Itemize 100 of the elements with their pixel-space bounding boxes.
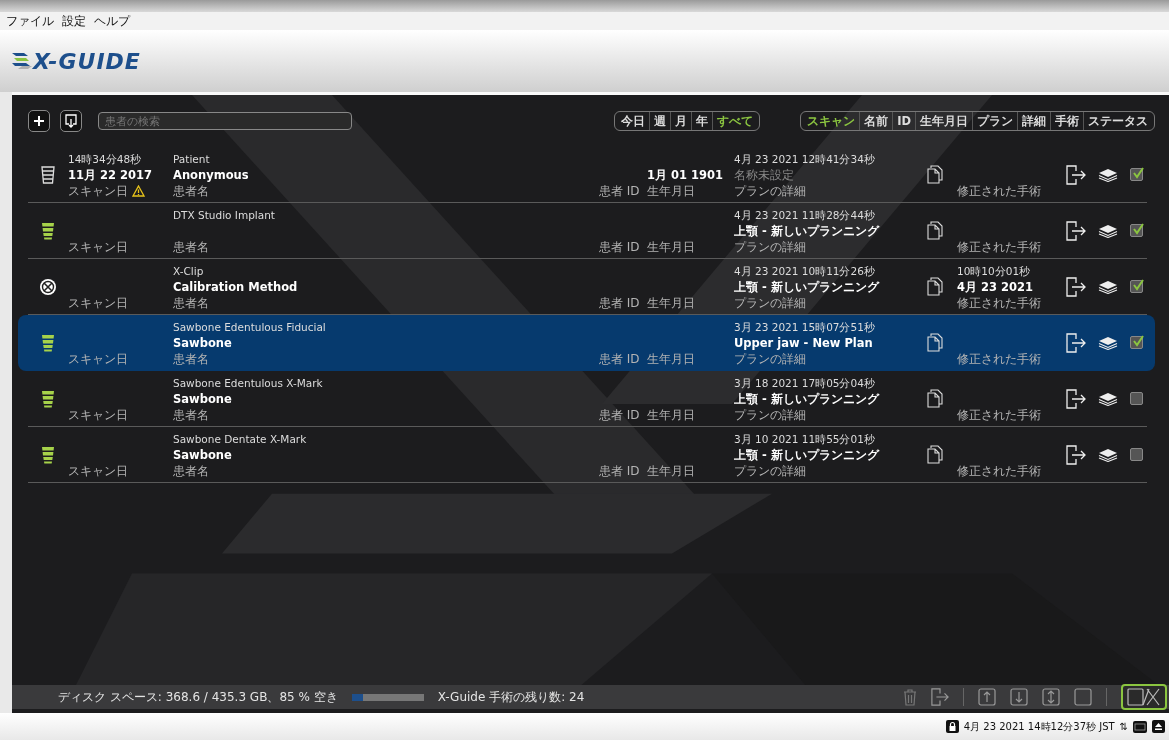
- patient-name-label: 患者名: [173, 239, 210, 255]
- plan-details-label: プランの詳細: [734, 295, 807, 311]
- expand-vertical-icon[interactable]: [1042, 688, 1060, 706]
- clock-text: 4月 23 2021 14時12分37秒 JST: [963, 719, 1115, 734]
- date-filter-tab[interactable]: 週: [650, 112, 672, 130]
- status-checkbox[interactable]: [1130, 392, 1143, 405]
- sort-column-tab[interactable]: 名前: [860, 112, 894, 130]
- plan-name: Upper jaw - New Plan: [734, 334, 874, 352]
- patient-id-label: 患者 ID: [599, 295, 641, 311]
- documents-icon[interactable]: [926, 389, 943, 408]
- patient-id-label: 患者 ID: [599, 407, 641, 423]
- patient-name: Sawbone: [173, 334, 233, 352]
- import-button[interactable]: [60, 110, 82, 132]
- modified-surgery-label: 修正された手術: [957, 407, 1042, 423]
- import-icon: [65, 114, 77, 128]
- sort-column-tab[interactable]: ID: [893, 112, 916, 130]
- patient-row[interactable]: スキャン日 Sawbone Edentulous X-Mark Sawbone 患者名 患者 ID 生年月日 3月 18 2021 17時05分04秒 上顎 - 新しいプランニング プランの詳細 修正された手術: [28, 371, 1147, 427]
- search-field[interactable]: 患者の検索: [98, 112, 352, 130]
- implant-outline-icon: [41, 165, 55, 184]
- patient-info: Patient: [173, 151, 211, 167]
- logo-x-icon: [12, 53, 32, 69]
- keyboard-icon: [1133, 720, 1147, 733]
- scan-date: 11月 22 2017: [68, 167, 154, 184]
- documents-icon[interactable]: [926, 277, 943, 296]
- eject-icon: [1152, 720, 1165, 733]
- patient-info: Sawbone Dentate X-Mark: [173, 431, 308, 447]
- status-checkbox[interactable]: [1130, 336, 1143, 349]
- documents-icon[interactable]: [926, 165, 943, 184]
- implant-icon: [41, 445, 55, 464]
- layers-icon[interactable]: [1098, 391, 1118, 406]
- implant-icon: [41, 221, 55, 240]
- patient-name-label: 患者名: [173, 295, 210, 311]
- plan-details-label: プランの詳細: [734, 183, 807, 199]
- status-checkbox[interactable]: [1130, 448, 1143, 461]
- scan-date-label: スキャン日: [68, 295, 128, 311]
- patient-name-label: 患者名: [173, 351, 210, 367]
- patient-id-label: 患者 ID: [599, 463, 641, 479]
- plan-name: 上顎 - 新しいプランニング: [734, 446, 881, 464]
- status-checkbox[interactable]: [1130, 224, 1143, 237]
- sort-column-tab[interactable]: ステータス: [1084, 112, 1152, 130]
- plan-details-label: プランの詳細: [734, 239, 807, 255]
- status-checkbox[interactable]: [1130, 280, 1143, 293]
- plan-date: 3月 23 2021 15時07分51秒: [734, 319, 876, 335]
- layers-icon[interactable]: [1098, 279, 1118, 294]
- birth-date-label: 生年月日: [647, 463, 696, 479]
- empty-square-icon[interactable]: [1074, 688, 1092, 706]
- layers-icon[interactable]: [1098, 167, 1118, 182]
- move-up-icon[interactable]: [978, 688, 996, 706]
- patient-name: Calibration Method: [173, 278, 299, 296]
- plan-name: 名称未設定: [734, 166, 795, 184]
- xclip-icon: [39, 277, 57, 296]
- sort-column-tab[interactable]: 手術: [1051, 112, 1084, 130]
- modified-surgery-label: 修正された手術: [957, 239, 1042, 255]
- patient-name: Anonymous: [173, 166, 250, 184]
- plan-date: 4月 23 2021 10時11分26秒: [734, 263, 876, 279]
- scan-date-label: スキャン日: [68, 463, 128, 479]
- date-filter-tab[interactable]: すべて: [713, 112, 758, 130]
- menu-item[interactable]: 設定: [62, 12, 86, 30]
- documents-icon[interactable]: [926, 445, 943, 464]
- birth-date-label: 生年月日: [647, 239, 696, 255]
- plan-name: 上顎 - 新しいプランニング: [734, 390, 881, 408]
- box-slash-x-icon: [1127, 688, 1161, 706]
- move-down-icon[interactable]: [1010, 688, 1028, 706]
- layers-icon[interactable]: [1098, 223, 1118, 238]
- trash-icon[interactable]: [903, 688, 917, 706]
- documents-icon[interactable]: [926, 333, 943, 352]
- plan-date: 3月 10 2021 11時55分01秒: [734, 431, 876, 447]
- modified-surgery-label: 修正された手術: [957, 351, 1042, 367]
- plan-date: 3月 18 2021 17時05分04秒: [734, 375, 876, 391]
- sort-column-tab[interactable]: スキャン: [803, 112, 861, 130]
- status-checkbox[interactable]: [1130, 168, 1143, 181]
- date-filter-tab[interactable]: 年: [692, 112, 714, 130]
- disk-space-text: ディスク スペース: 368.6 / 435.3 GB、85 % 空き: [58, 688, 338, 706]
- add-button[interactable]: [28, 110, 50, 132]
- layers-icon[interactable]: [1098, 335, 1118, 350]
- layers-icon[interactable]: [1098, 447, 1118, 462]
- patient-row[interactable]: スキャン日 Sawbone Dentate X-Mark Sawbone 患者名 患者 ID 生年月日 3月 10 2021 11時55分01秒 上顎 - 新しいプランニング プランの詳細 修正された手術: [28, 427, 1147, 483]
- selected-row[interactable]: スキャン日 Sawbone Edentulous Fiducial Sawbone 患者名 患者 ID 生年月日 3月 23 2021 15時07分51秒 Upper jaw - New Plan プランの詳細 修正された手術: [18, 315, 1155, 371]
- scan-date-label: スキャン日: [68, 351, 128, 367]
- implant-icon: [41, 389, 55, 408]
- scan-date-label: スキャン日: [68, 239, 128, 255]
- plan-details-label: プランの詳細: [734, 407, 807, 423]
- documents-icon[interactable]: [926, 221, 943, 240]
- sort-column-tab[interactable]: プラン: [973, 112, 1018, 130]
- patient-row[interactable]: スキャン日 DTX Studio Implant 患者名 患者 ID 生年月日 4月 23 2021 11時28分44秒 上顎 - 新しいプランニング プランの詳細 修正された手術: [28, 203, 1147, 259]
- date-filter-tab[interactable]: 今日: [617, 112, 651, 130]
- patient-name-label: 患者名: [173, 463, 210, 479]
- modified-surgery-label: 修正された手術: [957, 183, 1042, 199]
- patient-name: Sawbone: [173, 390, 233, 408]
- menu-item[interactable]: ヘルプ: [94, 12, 130, 30]
- patient-row[interactable]: 14時34分48秒 11月 22 2017 スキャン日 Patient Anonymous 患者名 患者 ID 1月 01 1901 生年月日 4月 23 2021 12時41分34秒 名称未設定 プランの詳細 修正された手術: [28, 147, 1147, 203]
- sort-column-tab[interactable]: 詳細: [1018, 112, 1051, 130]
- sort-column-tab[interactable]: 生年月日: [916, 112, 973, 130]
- date-filter-tab[interactable]: 月: [671, 112, 693, 130]
- select-toggle-button[interactable]: [1121, 684, 1167, 710]
- birth-date-label: 生年月日: [647, 295, 696, 311]
- patient-id-label: 患者 ID: [599, 351, 641, 367]
- menu-item[interactable]: ファイル: [6, 12, 54, 30]
- network-glyph: ⇅: [1119, 721, 1128, 732]
- plan-details-label: プランの詳細: [734, 463, 807, 479]
